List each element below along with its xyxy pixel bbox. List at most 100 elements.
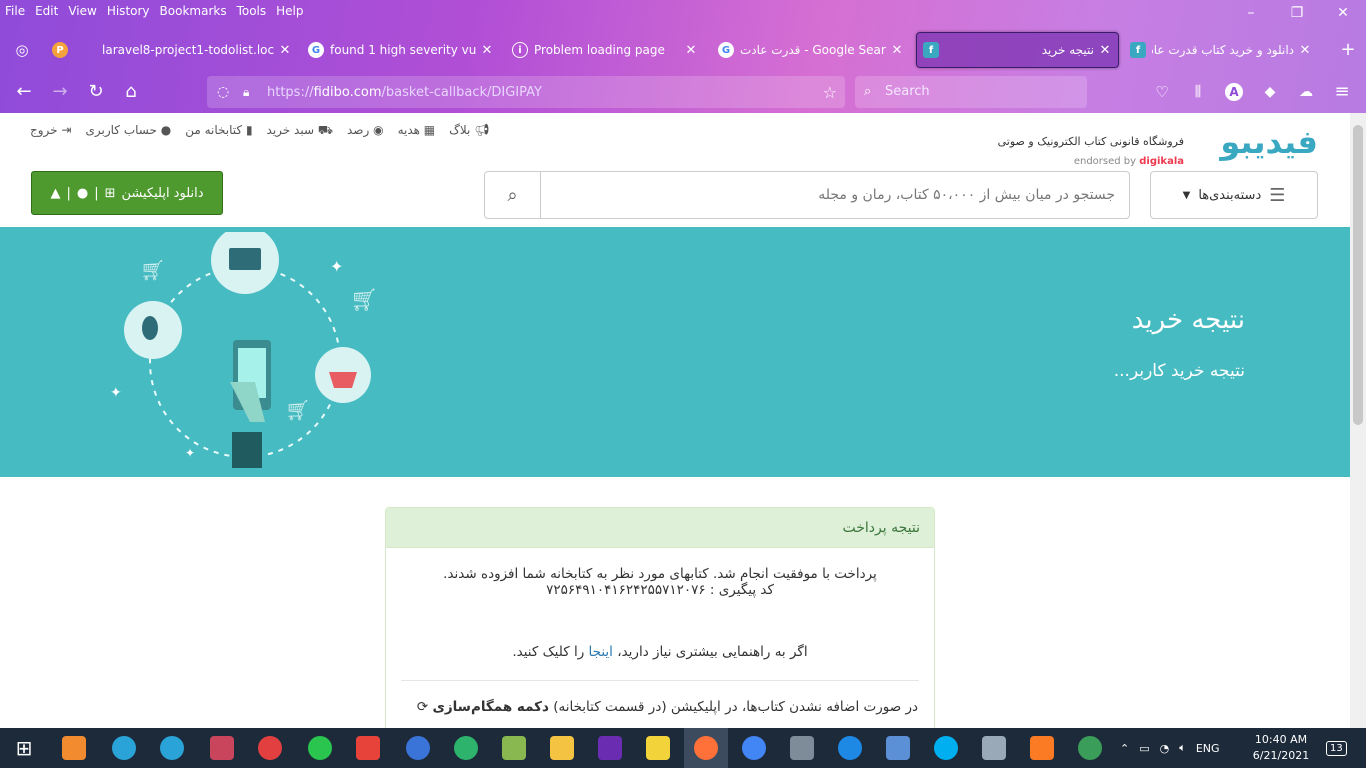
address-bar[interactable]: ◌ 🔒︎ https://fidibo.com/basket-callback/… [207,76,845,108]
svg-text:✦: ✦ [185,446,195,460]
menu-file[interactable]: File [0,4,30,18]
notification-badge: 13 [1326,740,1347,756]
windows-taskbar: ⊞ ⌃ ▭ ◔ 🔈︎ ENG 10:40 AM 6/21/2021 13 [0,728,1366,768]
web-page: 📢︎ بلاگ ▦ هدیه ◉ رصد ⛟ سبد خرید ▮ کتابخا… [0,113,1350,728]
globe-icon[interactable]: ◎ [10,38,34,62]
nav-track[interactable]: ◉ رصد [347,123,384,139]
fidibo-logo[interactable]: فیدیبو [1220,123,1318,161]
svg-text:🛒︎: 🛒︎ [285,398,310,422]
extension-icon[interactable]: ◆ [1258,80,1282,104]
notification-center[interactable]: 13 [1326,728,1347,768]
restore-icon[interactable]: ❐ [1274,2,1320,24]
cloud-extension-icon[interactable]: ☁ [1294,80,1318,104]
wifi-icon[interactable]: ◔ [1160,742,1170,755]
menu-tools[interactable]: Tools [232,4,272,18]
chevron-up-icon[interactable]: ⌃ [1120,742,1129,755]
caret-down-icon: ▼ [1182,189,1191,201]
nav-gift[interactable]: ▦ هدیه [398,123,436,139]
menu-view[interactable]: View [63,4,101,18]
battery-icon[interactable]: ▭ [1139,742,1149,755]
tab-laravel[interactable]: laravel8-project1-todolist.local/ ✕ [102,32,292,68]
firefox-taskbar-active[interactable] [684,728,728,768]
evernote-icon[interactable] [454,736,478,760]
app-icon-yellow[interactable] [646,736,670,760]
account-icon[interactable]: A [1222,80,1246,104]
app-icon-tool[interactable] [886,736,910,760]
close-window-icon[interactable]: ✕ [1320,2,1366,24]
nav-account[interactable]: ● حساب کاربری [85,123,171,139]
menu-bookmarks[interactable]: Bookmarks [155,4,232,18]
help-link[interactable]: اینجا [589,644,613,660]
svg-text:🛒︎: 🛒︎ [350,288,378,313]
app-icon-1[interactable] [62,736,86,760]
telegram-icon[interactable] [112,736,136,760]
digikala-logo: digikala [1139,156,1184,167]
categories-button[interactable]: ☰ دسته‌بندی‌ها ▼ [1150,171,1318,219]
app-icon-network[interactable] [790,736,814,760]
windows-icon: ⊞ [104,185,116,201]
forward-icon[interactable]: → [48,80,72,104]
lock-icon[interactable]: 🔒︎ [243,85,249,100]
hamburger-menu-icon[interactable]: ≡ [1330,80,1354,104]
back-icon[interactable]: ← [12,80,36,104]
browser-search-input[interactable]: ⌕ Search [855,76,1087,108]
windows-start-icon[interactable]: ⊞ [12,736,36,760]
app-icon-cloud[interactable] [838,736,862,760]
anydesk-icon[interactable] [356,736,380,760]
close-tab-icon[interactable]: ✕ [480,43,494,58]
pocket-icon[interactable]: ♡ [1150,80,1174,104]
phpstorm-icon[interactable] [598,736,622,760]
chrome-icon[interactable] [742,736,766,760]
new-tab-icon[interactable]: + [1336,38,1360,62]
page-scrollbar[interactable] [1350,113,1366,728]
fidibo-favicon: f [923,42,939,58]
close-tab-icon[interactable]: ✕ [1298,43,1312,58]
close-tab-icon[interactable]: ✕ [278,43,292,58]
app-icon-blue[interactable] [406,736,430,760]
telegram-icon-2[interactable] [160,736,184,760]
search-button[interactable]: ⌕ [485,172,541,218]
nav-logout[interactable]: ⇥ خروج [30,123,71,139]
clock[interactable]: 10:40 AM 6/21/2021 [1250,732,1312,764]
shield-icon[interactable]: ◌ [217,84,229,100]
nav-library[interactable]: ▮ کتابخانه من [185,123,252,139]
nav-cart[interactable]: ⛟ سبد خرید [267,123,333,139]
sync-hint: در صورت اضافه نشدن کتاب‌ها، در اپلیکیشن … [416,699,918,715]
file-explorer-icon[interactable] [550,736,574,760]
home-icon[interactable]: ⌂ [119,80,143,104]
download-app-button[interactable]: ▲ | ● | ⊞ دانلود اپلیکیشن [31,171,223,215]
system-tray: ⌃ ▭ ◔ 🔈︎ ENG [1120,728,1220,768]
whatsapp-icon[interactable] [308,736,332,760]
app-icon-remote[interactable] [982,736,1006,760]
panel-heading: نتیجه پرداخت [386,508,934,548]
menu-help[interactable]: Help [271,4,308,18]
menu-edit[interactable]: Edit [30,4,63,18]
menu-history[interactable]: History [102,4,155,18]
notepad-icon[interactable] [502,736,526,760]
app-icon-paint[interactable] [210,736,234,760]
skype-icon[interactable] [934,736,958,760]
library-icon[interactable]: ⫼ [1186,80,1210,104]
pinned-tab-pma[interactable]: P [52,32,84,68]
tab-fidibo-book[interactable]: f دانلود و خرید کتاب قدرت عادت ✕ [1130,32,1312,68]
tab-google-habit[interactable]: G قدرت عادت - Google Search ✕ [718,32,904,68]
app-icon-p[interactable] [258,736,282,760]
scrollbar-thumb[interactable] [1353,125,1363,425]
bookmark-star-icon[interactable]: ☆ [823,83,837,102]
tab-google-severity[interactable]: G found 1 high severity vulner ✕ [308,32,494,68]
reload-icon[interactable]: ↻ [84,80,108,104]
volume-icon[interactable]: 🔈︎ [1179,741,1186,755]
layers-icon: ☰ [1269,184,1286,206]
close-tab-icon[interactable]: ✕ [684,43,698,58]
tab-problem-loading[interactable]: i Problem loading page ✕ [512,32,698,68]
close-tab-icon[interactable]: ✕ [1098,43,1112,58]
nav-blog[interactable]: 📢︎ بلاگ [449,123,489,139]
minimize-icon[interactable]: – [1228,2,1274,24]
close-tab-icon[interactable]: ✕ [890,43,904,58]
tab-purchase-result[interactable]: f نتیجه خرید ✕ [916,32,1119,68]
site-search-input[interactable]: جستجو در میان بیش از ۵۰،۰۰۰ کتاب، رمان و… [541,172,1129,218]
language-indicator[interactable]: ENG [1196,742,1220,755]
success-message: پرداخت با موفقیت انجام شد. کتابهای مورد … [443,566,877,582]
app-icon-globe[interactable] [1078,736,1102,760]
xampp-icon[interactable] [1030,736,1054,760]
